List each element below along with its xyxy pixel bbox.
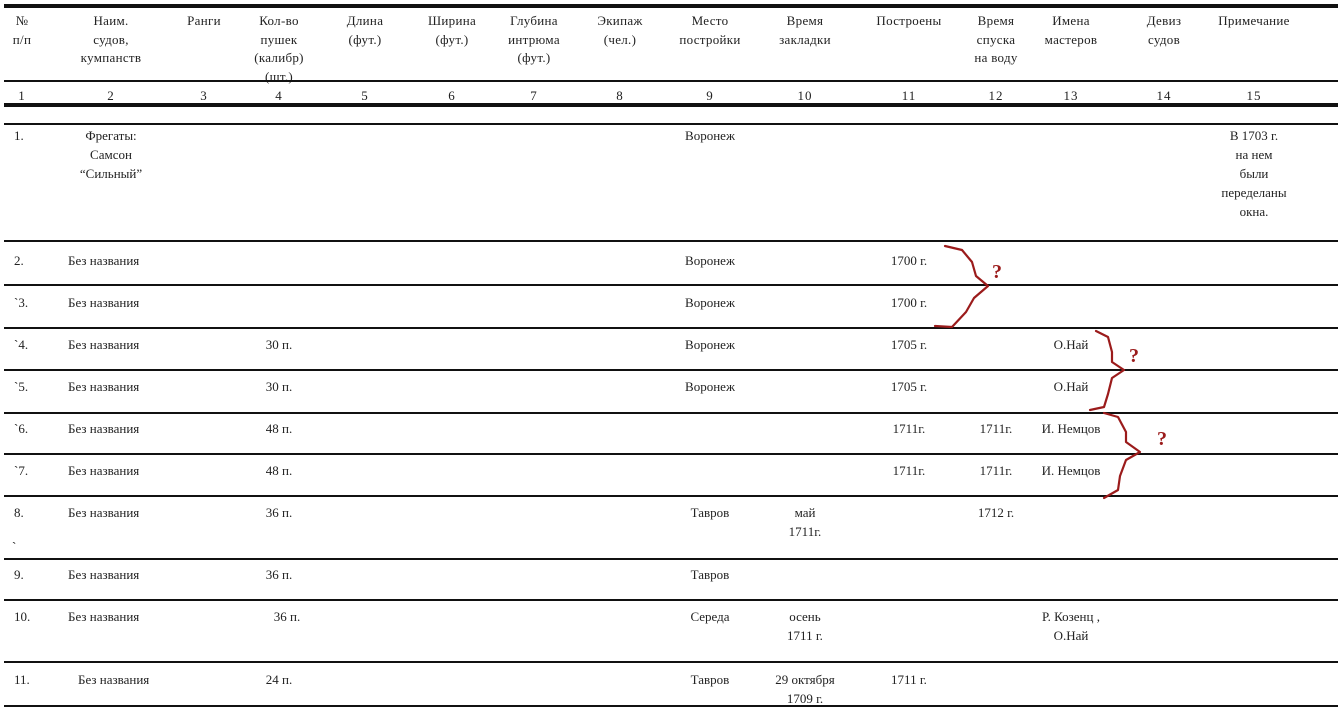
table-bottom-rule xyxy=(4,705,1338,707)
launch-year: 1712 г. xyxy=(977,505,1015,520)
row-number: 9. xyxy=(14,567,24,582)
row-rule xyxy=(4,495,1338,497)
master-names: Р. Козенц , О.Най xyxy=(1042,609,1100,643)
row-rule xyxy=(4,661,1338,663)
row-rule xyxy=(4,327,1338,329)
build-place: Воронеж xyxy=(685,379,735,394)
built-year: 1711 г. xyxy=(891,672,927,687)
gun-count: 36 п. xyxy=(265,505,293,520)
row-number: `4. xyxy=(14,337,29,352)
row-rule xyxy=(4,369,1338,371)
row-number: 2. xyxy=(14,253,24,268)
header-cell: Примечание xyxy=(1218,13,1290,28)
built-year: 1700 г. xyxy=(890,253,928,268)
row-rule xyxy=(4,284,1338,286)
ship-name: Без названия xyxy=(78,672,150,687)
header-cell: Экипаж (чел.) xyxy=(597,13,643,47)
built-year: 1711г. xyxy=(892,421,926,436)
ship-name: Без названия xyxy=(68,567,140,582)
ship-name: Без названия xyxy=(68,463,140,478)
build-place: Середа xyxy=(690,609,730,624)
gun-count: 48 п. xyxy=(265,463,293,478)
gun-count: 24 п. xyxy=(265,672,293,687)
row-rule xyxy=(4,453,1338,455)
question-mark-3: ? xyxy=(1157,428,1167,450)
master-names: О.Най xyxy=(1053,379,1089,394)
note: В 1703 г. на нем были переделаны окна. xyxy=(1221,128,1287,219)
gun-count: 30 п. xyxy=(265,337,293,352)
header-divider xyxy=(4,80,1338,82)
header-cell: Глубина интрюма (фут.) xyxy=(508,13,560,65)
header-cell: Длина (фут.) xyxy=(346,13,384,47)
header-cell: Построены xyxy=(876,13,942,28)
gun-count: 30 п. xyxy=(265,379,293,394)
ship-name: Без названия xyxy=(68,609,140,624)
built-year: 1705 г. xyxy=(890,379,928,394)
document-page: № п/п Наим. судов, кумпанств Ранги Кол-в… xyxy=(0,0,1338,717)
build-place: Тавров xyxy=(690,505,730,520)
build-place: Воронеж xyxy=(685,337,735,352)
row-number: `5. xyxy=(14,379,29,394)
ship-name: Фрегаты: Самсон “Сильный” xyxy=(79,128,143,181)
header-cell: Место постройки xyxy=(679,13,741,47)
build-place: Воронеж xyxy=(685,253,735,268)
row-number: 10. xyxy=(14,609,31,624)
ship-name: Без названия xyxy=(68,505,140,520)
question-mark-2: ? xyxy=(1129,345,1139,367)
laid-down-date: май 1711г. xyxy=(788,505,822,539)
launch-year: 1711г. xyxy=(979,463,1013,478)
header-bottom-rule xyxy=(4,103,1338,107)
header-cell: Ширина (фут.) xyxy=(427,13,477,47)
header-cell: № п/п xyxy=(12,13,32,47)
built-year: 1700 г. xyxy=(890,295,928,310)
ship-name: Без названия xyxy=(68,295,140,310)
header-top-rule xyxy=(4,4,1338,8)
build-place: Воронеж xyxy=(685,128,735,143)
row-rule xyxy=(4,123,1338,125)
row-number: `3. xyxy=(14,295,29,310)
built-year: 1705 г. xyxy=(890,337,928,352)
row-number: 8. xyxy=(14,505,24,520)
gun-count: 48 п. xyxy=(265,421,293,436)
gun-count: 36 п. xyxy=(273,609,301,624)
header-cell: Имена мастеров xyxy=(1044,13,1098,47)
header-cell: Наим. судов, кумпанств xyxy=(80,13,142,65)
stray-mark: ` xyxy=(12,539,17,554)
build-place: Тавров xyxy=(690,567,730,582)
laid-down-date: 29 октября 1709 г. xyxy=(775,672,835,706)
header-cell: Время закладки xyxy=(779,13,831,47)
build-place: Тавров xyxy=(690,672,730,687)
row-number: `6. xyxy=(14,421,29,436)
header-cell: Кол-во пушек (калибр) (шт.) xyxy=(254,13,304,84)
ship-name: Без названия xyxy=(68,379,140,394)
master-names: И. Немцов xyxy=(1041,421,1101,436)
ship-name: Без названия xyxy=(68,253,140,268)
header-cell: Ранги xyxy=(187,13,221,28)
row-rule xyxy=(4,599,1338,601)
row-number: 11. xyxy=(14,672,30,687)
header-cell: Девиз судов xyxy=(1146,13,1182,47)
build-place: Воронеж xyxy=(685,295,735,310)
ship-name: Без названия xyxy=(68,337,140,352)
laid-down-date: осень 1711 г. xyxy=(787,609,823,643)
gun-count: 36 п. xyxy=(265,567,293,582)
built-year: 1711г. xyxy=(892,463,926,478)
row-number: `7. xyxy=(14,463,29,478)
row-rule xyxy=(4,412,1338,414)
launch-year: 1711г. xyxy=(979,421,1013,436)
header-cell: Время спуска на воду xyxy=(974,13,1018,65)
master-names: О.Най xyxy=(1053,337,1089,352)
ship-name: Без названия xyxy=(68,421,140,436)
question-mark-1: ? xyxy=(992,261,1002,283)
master-names: И. Немцов xyxy=(1041,463,1101,478)
row-rule xyxy=(4,240,1338,242)
row-number: 1. xyxy=(14,128,24,143)
row-rule xyxy=(4,558,1338,560)
